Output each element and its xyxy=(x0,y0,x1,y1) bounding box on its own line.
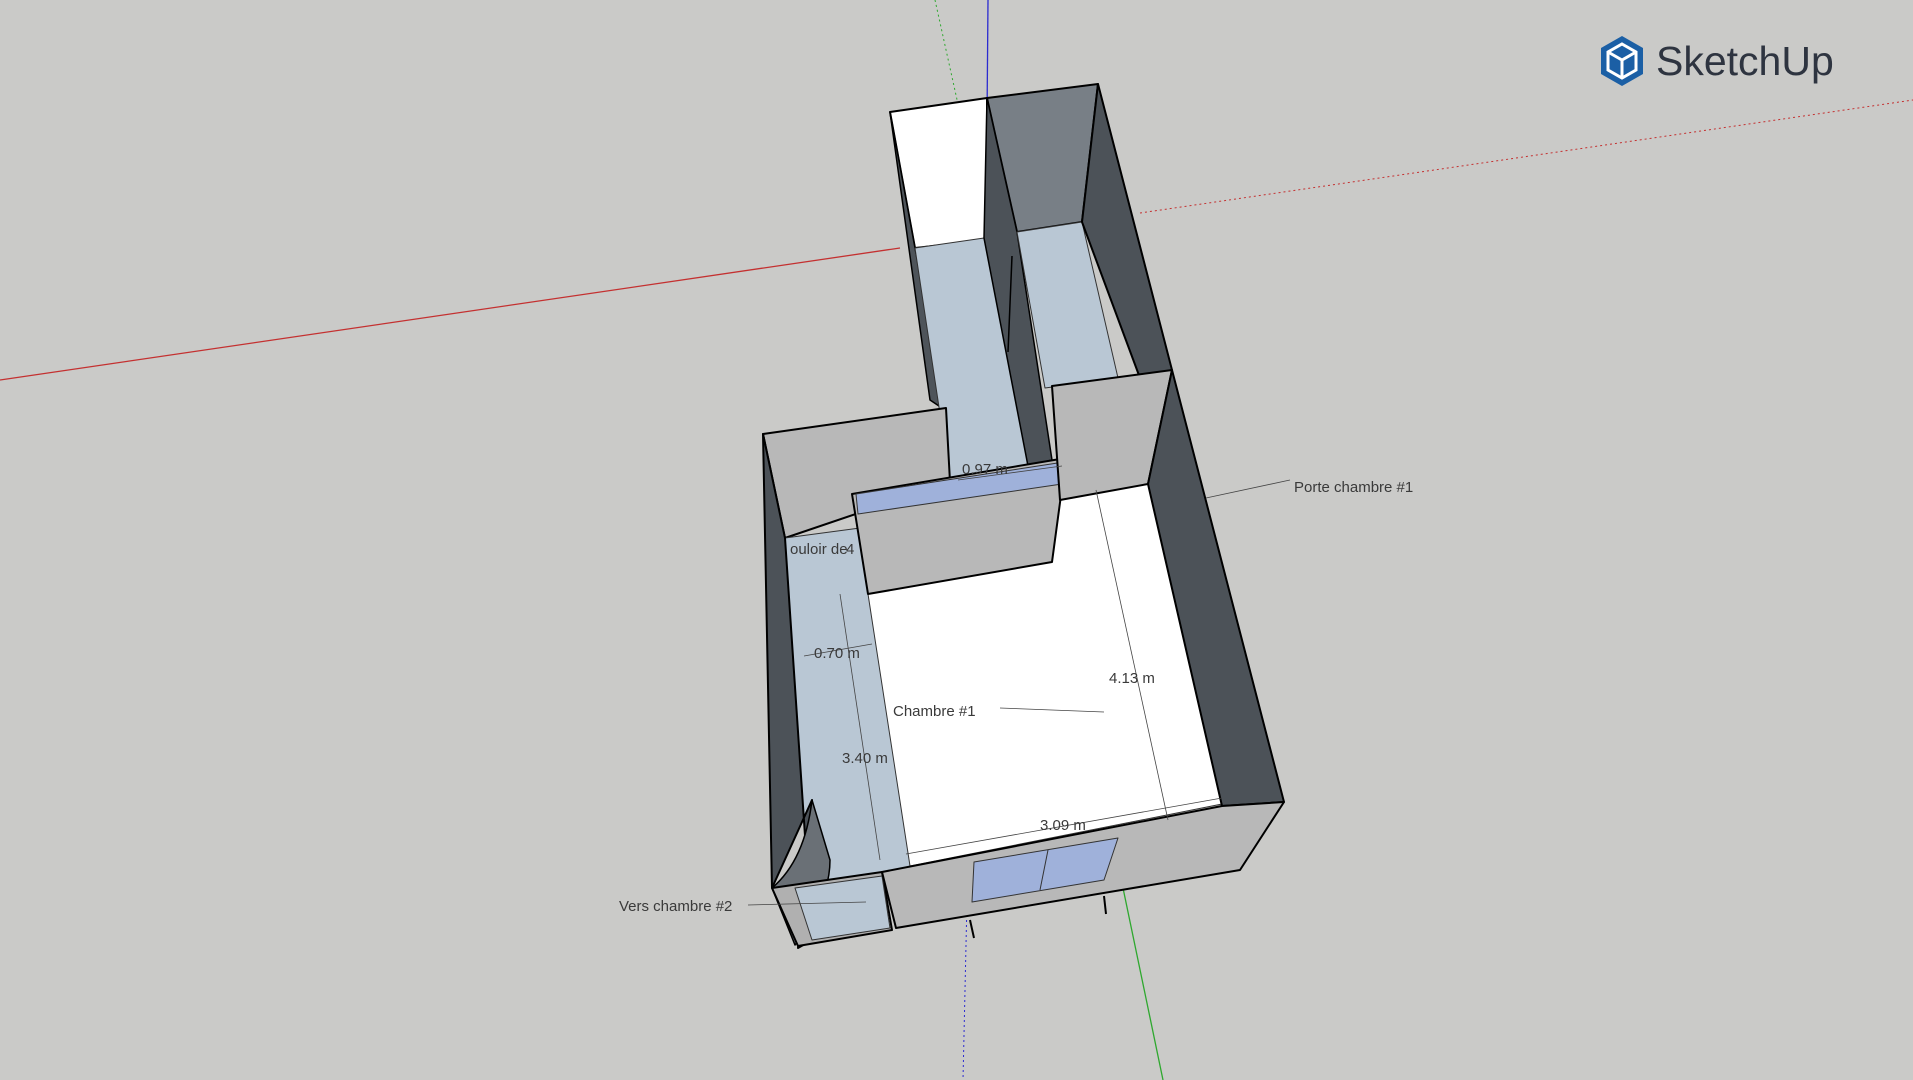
upper-back-wall xyxy=(889,97,988,249)
floor-plan-model[interactable] xyxy=(747,83,1291,949)
dimension-0-97: 0.97 m xyxy=(962,461,1008,478)
dimension-3-09: 3.09 m xyxy=(1040,817,1086,834)
label-couloir: ouloir de xyxy=(790,541,848,558)
label-chambre-1: Chambre #1 xyxy=(893,703,976,720)
front-window-leg-right xyxy=(1103,895,1107,915)
dimension-3-40: 3.40 m xyxy=(842,750,888,767)
label-vers-chambre-2: Vers chambre #2 xyxy=(619,898,732,915)
dimension-0-70: 0.70 m xyxy=(814,645,860,662)
blue-axis-dotted xyxy=(962,899,968,1080)
front-window-leg-left xyxy=(969,919,975,939)
sketchup-cube-icon xyxy=(1601,36,1643,86)
dimension-4-13: 4.13 m xyxy=(1109,670,1155,687)
logo-text: SketchUp xyxy=(1656,37,1834,84)
red-axis-dotted xyxy=(1139,99,1913,214)
red-axis-line xyxy=(0,247,901,381)
3d-viewport[interactable]: Porte chambre #1 Chambre #1 Vers chambre… xyxy=(0,0,1913,1080)
left-front-floor-strip xyxy=(794,875,891,941)
label-couloir-suffix: 4 xyxy=(846,541,854,558)
label-porte-chambre-1: Porte chambre #1 xyxy=(1294,479,1413,496)
sketchup-logo: SketchUp xyxy=(1598,32,1834,90)
